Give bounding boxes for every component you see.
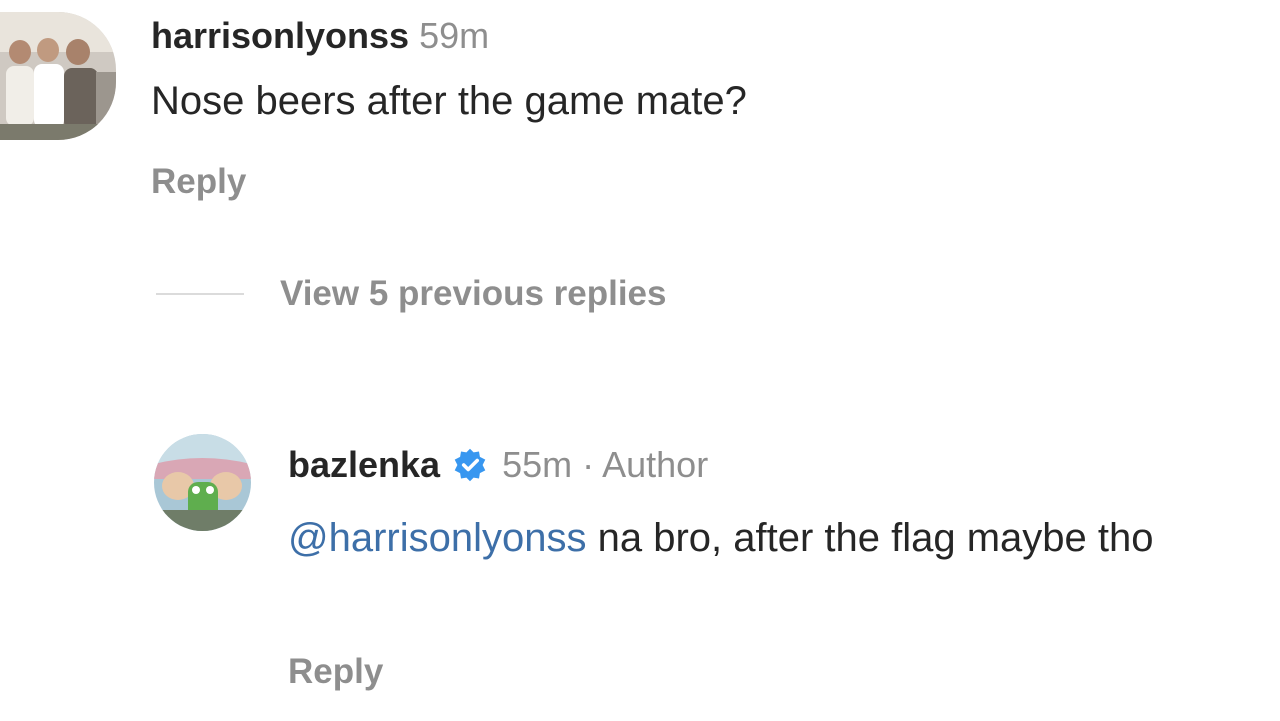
cartoon-avatar-icon xyxy=(154,434,251,531)
comment-avatar-harrisonlyonss[interactable] xyxy=(0,12,116,140)
view-previous-replies-button[interactable]: View 5 previous replies xyxy=(280,272,667,316)
comment-text: @harrisonlyonss na bro, after the flag m… xyxy=(288,510,1188,566)
reply-button[interactable]: Reply xyxy=(288,650,383,694)
replies-divider-line xyxy=(156,293,244,295)
group-photo-avatar-icon xyxy=(0,12,116,140)
mention-link[interactable]: @harrisonlyonss xyxy=(288,516,587,560)
comment-timestamp-author: 55m · Author xyxy=(502,444,709,485)
comment-username[interactable]: bazlenka xyxy=(288,442,440,488)
comment-avatar-bazlenka[interactable] xyxy=(154,434,251,531)
comment-username[interactable]: harrisonlyonss xyxy=(151,15,409,56)
comment-body: na bro, after the flag maybe tho xyxy=(586,516,1154,560)
reply-button[interactable]: Reply xyxy=(151,160,246,204)
comment-text: Nose beers after the game mate? xyxy=(151,79,747,123)
comment-timestamp: 59m xyxy=(419,15,490,56)
verified-badge-icon xyxy=(452,447,488,483)
comment-header: bazlenka 55m · Author xyxy=(288,442,708,488)
comment-header: harrisonlyonss 59m xyxy=(151,14,489,58)
